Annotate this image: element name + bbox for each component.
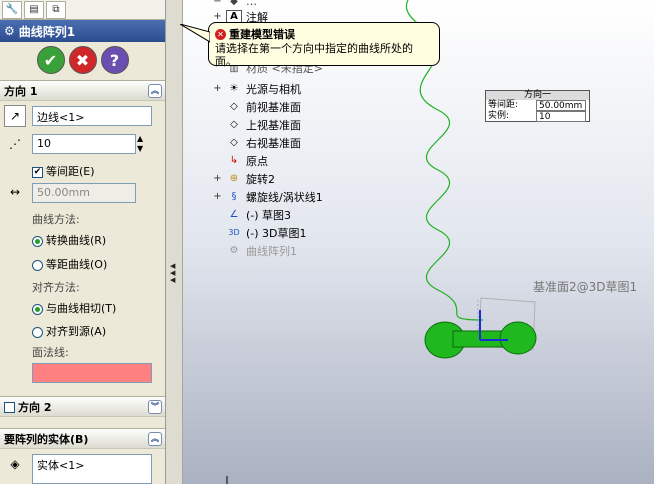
direction1-header[interactable]: 方向 1 ︽	[0, 81, 165, 101]
rebuild-error-tooltip: ✕ 重建模型错误 请选择在第一个方向中指定的曲线所处的面。	[208, 22, 440, 68]
direction2-header[interactable]: 方向 2 ︾	[0, 397, 165, 417]
direction1-title: 方向 1	[4, 84, 38, 98]
callout-spacing-label: 等间距:	[488, 100, 519, 110]
error-icon: ✕	[215, 28, 226, 40]
plane-icon: ◇	[230, 137, 238, 148]
tooltip-title: 重建模型错误	[229, 28, 295, 41]
solid-body-icon: ◈	[10, 457, 20, 471]
tree-item-3dsketch[interactable]: 3D (-) 3D草图1	[213, 224, 307, 241]
tooltip-body: 请选择在第一个方向中指定的曲线所处的面。	[215, 42, 413, 68]
origin-icon: ↳	[229, 155, 239, 166]
tree-item-helix[interactable]: + § 螺旋线/涡状线1	[213, 188, 323, 205]
face-normal-label: 面法线:	[32, 346, 69, 359]
tree-item-revolve[interactable]: + ⊛ 旋转2	[213, 170, 275, 187]
equal-spacing-checkbox[interactable]: ✔ 等间距(E)	[32, 163, 95, 179]
tree-item-lights[interactable]: + ☀ 光源与相机	[213, 80, 301, 97]
direction1-edge-field[interactable]: 边线<1>	[32, 106, 152, 126]
offset-curve-radio[interactable]: 等距曲线(O)	[32, 256, 107, 272]
instance-count-input[interactable]: 10	[32, 134, 136, 154]
tangent-label: 与曲线相切(T)	[46, 302, 117, 315]
tree-label: (-) 草图3	[246, 208, 292, 222]
tree-item-sketch3[interactable]: ∠ (-) 草图3	[213, 206, 292, 223]
callout-count-label: 实例:	[488, 111, 510, 121]
panel-splitter[interactable]: ◀ ◀ ◀	[166, 0, 183, 484]
splitter-grip-icon[interactable]: ◀ ◀ ◀	[170, 263, 175, 284]
bodies-title: 要阵列的实体(B)	[4, 432, 89, 446]
align-origin-label: 对齐到源(A)	[46, 325, 107, 338]
tree-label: 曲线阵列1	[246, 244, 297, 258]
count-spinner[interactable]: ▲ ▼	[137, 134, 143, 154]
tree-label: 螺旋线/涡状线1	[246, 190, 323, 204]
property-tab[interactable]: ▤	[24, 0, 44, 19]
feature-title-bar: ⚙ 曲线阵列1	[0, 20, 165, 42]
direction2-group: 方向 2 ︾	[0, 396, 165, 424]
confirm-row: ✔ ✖ ?	[0, 42, 165, 78]
tree-label: 光源与相机	[246, 82, 301, 96]
callout-count-value[interactable]: 10	[536, 111, 586, 122]
equal-spacing-label: 等间距(E)	[46, 165, 95, 178]
direction1-group: 方向 1 ︽ ↗ 边线<1> ⋰ 10 ▲ ▼ ✔ 等间距(E) ↔ 50.00mm…	[0, 80, 165, 395]
tree-label: 右视基准面	[246, 136, 301, 150]
light-camera-icon: ☀	[229, 83, 239, 94]
instance-count-icon: ⋰	[9, 137, 21, 151]
collapse-chevron-icon[interactable]: ︽	[148, 431, 162, 446]
tree-item-curve-pattern[interactable]: ⚙ 曲线阵列1	[213, 242, 297, 259]
plane-label: 基准面2@3D草图1	[533, 280, 638, 294]
tree-item-top-plane[interactable]: ◇ 上视基准面	[213, 116, 301, 133]
align-origin-radio[interactable]: 对齐到源(A)	[32, 323, 106, 339]
tree-label: (-) 3D草图1	[246, 226, 307, 240]
revolve-icon: ⊛	[229, 173, 239, 184]
sketch3d-icon: 3D	[228, 228, 240, 237]
tree-label: 上视基准面	[246, 118, 301, 132]
spacing-input[interactable]: 50.00mm	[32, 183, 136, 203]
bodies-list[interactable]: 实体<1>	[32, 454, 152, 484]
property-manager: 🔧 ▤ ⧉ ⚙ 曲线阵列1 ✔ ✖ ? 方向 1 ︽ ↗ 边线<1> ⋰ 10 …	[0, 0, 166, 484]
tooltip-pointer	[180, 24, 210, 43]
tree-label: 前视基准面	[246, 100, 301, 114]
face-normal-field[interactable]	[32, 363, 152, 383]
bodies-group: 要阵列的实体(B) ︽ ◈ 实体<1>	[0, 428, 165, 484]
cancel-button[interactable]: ✖	[68, 46, 97, 74]
transform-curve-radio[interactable]: 转换曲线(R)	[32, 232, 106, 248]
feature-title: 曲线阵列1	[18, 24, 76, 39]
collapse-chevron-icon[interactable]: ︽	[148, 83, 162, 98]
direction2-checkbox[interactable]: 方向 2	[4, 399, 51, 415]
callout-spacing-value[interactable]: 50.00mm	[536, 100, 586, 111]
graphics-viewport[interactable]: − ◆… + A 注解 ▥ 材质 <未指定> + ☀ 光源与相机 ◇ 前视基准面 ◇ 上视基准面…	[183, 0, 654, 484]
plane-icon: ◇	[230, 101, 238, 112]
help-button[interactable]: ?	[100, 46, 129, 74]
sketch-icon: ∠	[229, 209, 239, 220]
plane-icon: ◇	[230, 119, 238, 130]
tree-item-front-plane[interactable]: ◇ 前视基准面	[213, 98, 301, 115]
tangent-radio[interactable]: 与曲线相切(T)	[32, 300, 116, 316]
direction2-title: 方向 2	[18, 400, 52, 414]
tree-label: 原点	[246, 154, 268, 168]
tree-label: 旋转2	[246, 172, 275, 186]
part-sphere-right	[499, 321, 537, 355]
manager-tabs: 🔧 ▤ ⧉	[0, 0, 165, 20]
bodies-header[interactable]: 要阵列的实体(B) ︽	[0, 429, 165, 449]
callout-title: 方向一	[486, 91, 589, 100]
pattern-callout: 方向一 等间距: 50.00mm 实例: 10	[485, 90, 590, 122]
feature-tree-tab[interactable]: 🔧	[2, 0, 22, 19]
expand-chevron-icon[interactable]: ︾	[148, 399, 162, 414]
spacing-icon: ↔	[9, 185, 21, 199]
curve-method-label: 曲线方法:	[32, 213, 80, 226]
helix-icon: §	[231, 191, 237, 202]
curve-pattern-icon: ⚙	[229, 245, 239, 256]
reverse-direction-icon[interactable]: ↗	[4, 105, 26, 127]
align-method-label: 对齐方法:	[32, 281, 80, 294]
offset-curve-label: 等距曲线(O)	[46, 258, 108, 271]
tree-item-origin[interactable]: ↳ 原点	[213, 152, 268, 169]
curve-pattern-icon: ⚙	[4, 24, 15, 38]
transform-curve-label: 转换曲线(R)	[46, 234, 107, 247]
config-tab[interactable]: ⧉	[46, 0, 66, 19]
ok-button[interactable]: ✔	[36, 46, 65, 74]
tree-item-right-plane[interactable]: ◇ 右视基准面	[213, 134, 301, 151]
